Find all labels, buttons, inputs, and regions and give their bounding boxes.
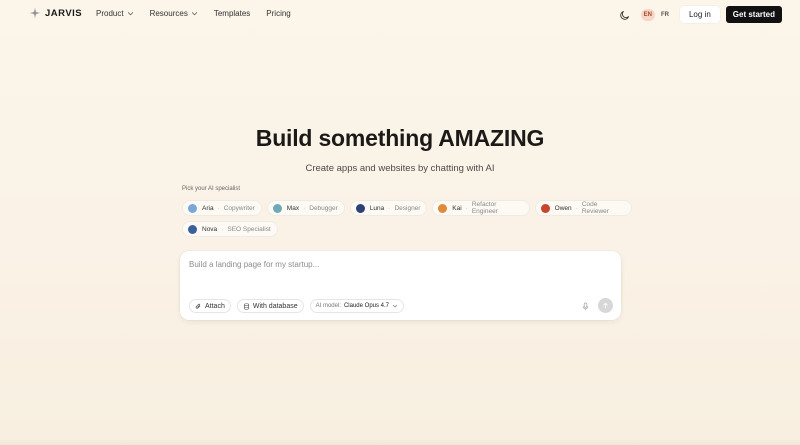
- brand-logo[interactable]: JARVIS: [29, 7, 82, 19]
- specialist-role: Debugger: [309, 204, 338, 212]
- nav-item-label: Templates: [213, 9, 251, 18]
- microphone-icon[interactable]: [581, 302, 590, 311]
- specialist-chip-kai[interactable]: Kai · Refactor Engineer: [432, 200, 530, 216]
- chevron-down-icon: [191, 12, 197, 16]
- specialist-name: Aria: [202, 204, 214, 212]
- navbar-actions: EN FR Log in Get started: [619, 6, 782, 23]
- specialist-avatar-icon: [540, 203, 550, 213]
- nav-item-templates[interactable]: Templates: [214, 9, 250, 18]
- login-button[interactable]: Log in: [679, 6, 720, 23]
- specialist-chip-list: Aria · Copywriter Max · Debugger Luna · Designer…: [182, 200, 632, 242]
- brand-name: JARVIS: [45, 7, 83, 19]
- get-started-button[interactable]: Get started: [725, 6, 782, 23]
- specialist-name: Nova: [202, 225, 218, 233]
- language-switcher: EN FR: [640, 8, 672, 21]
- specialist-role: Code Reviewer: [581, 201, 609, 215]
- prompt-toolbar: Attach With database AI model: Claude Op…: [189, 299, 404, 313]
- nav-item-label: Resources: [149, 9, 188, 18]
- prompt-box: Attach With database AI model: Claude Op…: [180, 251, 621, 320]
- jarvis-logo-icon: [29, 7, 41, 19]
- attach-button[interactable]: Attach: [189, 299, 231, 313]
- language-en[interactable]: EN: [640, 8, 655, 21]
- specialist-chip-owen[interactable]: Owen · Code Reviewer: [534, 200, 632, 216]
- language-fr[interactable]: FR: [658, 9, 672, 21]
- nav-item-pricing[interactable]: Pricing: [266, 9, 290, 18]
- specialist-avatar-icon: [188, 203, 197, 213]
- specialist-avatar-icon: [355, 203, 365, 213]
- specialist-role: Refactor Engineer: [471, 201, 498, 215]
- ai-model-label: AI model:: [315, 303, 341, 309]
- nav-item-label: Pricing: [266, 9, 291, 18]
- ai-model-selector[interactable]: AI model: Claude Opus 4.7: [309, 299, 404, 313]
- specialist-chip-aria[interactable]: Aria · Copywriter: [182, 200, 262, 216]
- specialist-row: Aria · Copywriter Max · Debugger Luna · Designer…: [182, 200, 632, 216]
- chevron-down-icon: [127, 12, 133, 16]
- specialist-name: Luna: [369, 204, 385, 212]
- specialist-role: Designer: [394, 204, 421, 212]
- database-icon: [243, 302, 249, 310]
- separator-dot: ·: [575, 204, 578, 212]
- specialist-chip-nova[interactable]: Nova · SEO Specialist: [182, 221, 278, 237]
- specialist-role: SEO Specialist: [227, 225, 271, 233]
- chevron-down-icon: [392, 304, 398, 308]
- specialist-name: Owen: [554, 204, 572, 212]
- specialist-row: Nova · SEO Specialist: [182, 221, 632, 237]
- bottom-edge-shadow: [0, 439, 800, 445]
- specialist-chip-luna[interactable]: Luna · Designer: [349, 200, 428, 216]
- separator-dot: ·: [465, 204, 468, 212]
- separator-dot: ·: [221, 225, 224, 233]
- top-navbar: JARVIS Product Resources Templates Pricing …: [0, 0, 800, 28]
- separator-dot: ·: [388, 204, 391, 212]
- specialist-name: Max: [286, 204, 300, 212]
- send-button[interactable]: [598, 298, 613, 313]
- hero-title: Build something AMAZING: [255, 125, 545, 151]
- paperclip-icon: [195, 303, 201, 309]
- ai-model-value: Claude Opus 4.7: [343, 303, 389, 309]
- specialist-avatar-icon: [188, 224, 197, 234]
- moon-icon[interactable]: [619, 9, 631, 21]
- arrow-up-icon: [603, 302, 608, 309]
- with-database-label: With database: [252, 302, 298, 310]
- specialist-avatar-icon: [438, 203, 448, 213]
- specialist-name: Kai: [452, 204, 462, 212]
- attach-label: Attach: [205, 302, 225, 310]
- separator-dot: ·: [303, 204, 306, 212]
- specialist-picker-label: Pick your AI specialist: [182, 186, 241, 192]
- with-database-button[interactable]: With database: [236, 299, 304, 313]
- specialist-role: Copywriter: [223, 204, 255, 212]
- main-menu: Product Resources Templates Pricing: [96, 9, 307, 18]
- hero-subtitle: Create apps and websites by chatting wit…: [305, 163, 495, 174]
- nav-item-label: Product: [96, 9, 124, 18]
- prompt-input[interactable]: [189, 260, 609, 269]
- specialist-chip-max[interactable]: Max · Debugger: [266, 200, 345, 216]
- nav-item-resources[interactable]: Resources: [150, 9, 198, 18]
- separator-dot: ·: [217, 204, 220, 212]
- nav-item-product[interactable]: Product: [96, 9, 134, 18]
- specialist-avatar-icon: [272, 203, 282, 213]
